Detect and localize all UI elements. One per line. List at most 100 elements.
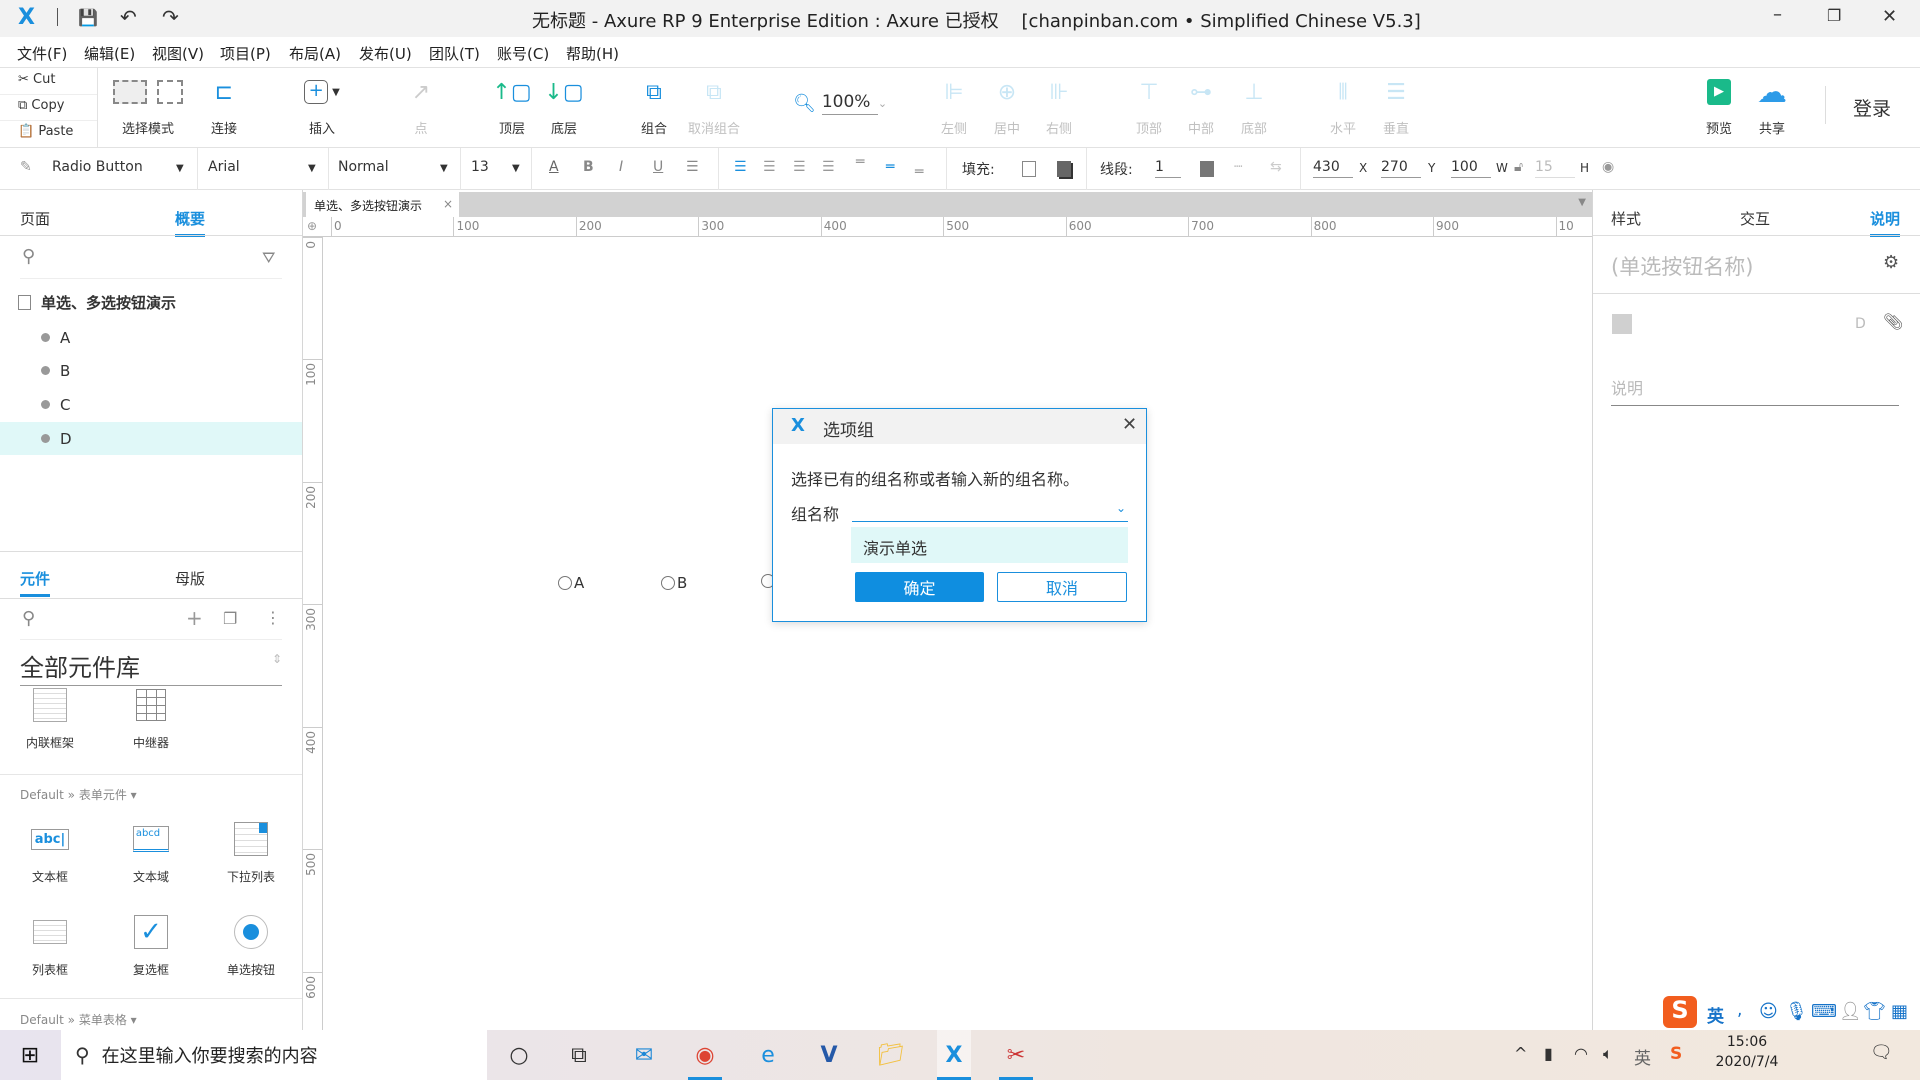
cut-button[interactable]: ✂ Cut bbox=[18, 72, 55, 87]
taskbar-search[interactable]: ⚲ 在这里输入你要搜索的内容 bbox=[61, 1030, 487, 1080]
y-input[interactable]: 270 bbox=[1381, 159, 1421, 178]
snipping-tool-icon[interactable]: ✂ bbox=[999, 1040, 1033, 1070]
ime-mode[interactable]: 英 bbox=[1707, 1002, 1724, 1027]
menu-publish[interactable]: 发布(U) bbox=[359, 43, 412, 64]
tab-style[interactable]: 样式 bbox=[1611, 208, 1641, 229]
font-size-select[interactable]: 13 bbox=[471, 159, 489, 175]
font-family-select[interactable]: Arial bbox=[208, 159, 240, 175]
task-view-icon[interactable]: ⧉ bbox=[562, 1040, 596, 1070]
chevron-up-icon[interactable]: ^ bbox=[1514, 1044, 1527, 1063]
width-input[interactable]: 100 bbox=[1451, 159, 1491, 178]
tab-widgets[interactable]: 元件 bbox=[20, 568, 51, 597]
radio-b[interactable]: B bbox=[661, 574, 687, 592]
send-back-button[interactable]: ↓ ▢ 底层 bbox=[529, 76, 599, 138]
library-select[interactable]: 全部元件库 ⇕ bbox=[20, 648, 282, 686]
file-explorer-icon[interactable]: 📁︎ bbox=[874, 1040, 908, 1070]
save-icon[interactable]: 💾 bbox=[78, 8, 98, 27]
restore-button[interactable]: ❐ bbox=[1827, 6, 1841, 25]
connect-button[interactable]: ⊏ 连接 bbox=[189, 76, 259, 138]
fill-color-swatch[interactable] bbox=[1022, 161, 1036, 177]
tabs-dropdown-icon[interactable]: ▼ bbox=[1578, 197, 1586, 208]
menu-arrange[interactable]: 布局(A) bbox=[289, 43, 341, 64]
toolbox-icon[interactable]: ▦ bbox=[1891, 1001, 1908, 1022]
close-button[interactable]: ✕ bbox=[1882, 6, 1897, 27]
distribute-vertical-button[interactable]: ☰ 垂直 bbox=[1361, 76, 1431, 138]
share-button[interactable]: ☁ 共享 bbox=[1737, 75, 1807, 138]
ok-button[interactable]: 确定 bbox=[855, 572, 984, 602]
search-icon[interactable]: ⚲ bbox=[22, 608, 35, 629]
windows-start-icon[interactable]: ⊞ bbox=[13, 1040, 47, 1070]
tab-notes[interactable]: 说明 bbox=[1870, 208, 1901, 237]
notification-icon[interactable]: 🗨︎ bbox=[1870, 1042, 1893, 1063]
menu-team[interactable]: 团队(T) bbox=[429, 43, 480, 64]
tab-pages[interactable]: 页面 bbox=[20, 208, 50, 229]
menu-help[interactable]: 帮助(H) bbox=[566, 43, 619, 64]
stroke-width-input[interactable]: 1 bbox=[1155, 159, 1181, 178]
paperclip-icon[interactable]: 📎︎ bbox=[1883, 312, 1903, 331]
outline-item[interactable]: C bbox=[0, 388, 302, 421]
visibility-icon[interactable]: ◉ bbox=[1602, 159, 1614, 175]
chevron-down-icon[interactable]: ⌄ bbox=[1116, 501, 1126, 515]
ungroup-button[interactable]: ⧉ 取消组合 bbox=[679, 76, 749, 138]
align-text-right-icon[interactable]: ☰ bbox=[793, 159, 806, 175]
stroke-color-swatch[interactable] bbox=[1200, 161, 1214, 177]
arrow-style-icon[interactable]: ⇆ bbox=[1270, 159, 1282, 175]
widget-droplist[interactable]: 下拉列表 bbox=[206, 818, 296, 885]
valign-bottom-icon[interactable]: ═ bbox=[915, 164, 923, 180]
battery-icon[interactable]: ▮ bbox=[1544, 1044, 1553, 1063]
emoji-icon[interactable]: ☺ bbox=[1759, 1001, 1778, 1022]
login-button[interactable]: 登录 bbox=[1853, 94, 1891, 121]
widget-list-box[interactable]: 列表框 bbox=[5, 911, 95, 978]
menu-account[interactable]: 账号(C) bbox=[497, 43, 549, 64]
justify-icon[interactable]: ☰ bbox=[822, 159, 835, 175]
menu-project[interactable]: 项目(P) bbox=[220, 43, 271, 64]
point-button[interactable]: ↗ 点 bbox=[386, 76, 456, 138]
user-icon[interactable]: 👤︎ bbox=[1839, 1001, 1862, 1022]
valign-middle-icon[interactable]: ═ bbox=[886, 159, 894, 175]
microphone-icon[interactable]: 🎙︎ bbox=[1785, 1001, 1808, 1022]
minimize-button[interactable]: – bbox=[1773, 4, 1782, 25]
widget-text-area[interactable]: abcd 文本域 bbox=[106, 818, 196, 885]
valign-top-icon[interactable]: ═ bbox=[856, 154, 864, 170]
shadow-swatch[interactable] bbox=[1057, 161, 1071, 177]
underline-icon[interactable]: U bbox=[653, 159, 663, 175]
align-text-left-icon[interactable]: ☰ bbox=[734, 159, 747, 175]
skin-icon[interactable]: 👕︎ bbox=[1863, 1001, 1886, 1022]
zoom-control[interactable]: 🔍︎ 100% ⌄ bbox=[793, 92, 887, 115]
align-text-center-icon[interactable]: ☰ bbox=[763, 159, 776, 175]
wifi-icon[interactable]: ◠ bbox=[1574, 1044, 1588, 1063]
copy-button[interactable]: ⧉ Copy bbox=[18, 98, 64, 113]
tab-masters[interactable]: 母版 bbox=[175, 568, 205, 589]
menu-view[interactable]: 视图(V) bbox=[152, 43, 204, 64]
chrome-icon[interactable]: ◉ bbox=[688, 1040, 722, 1070]
cancel-button[interactable]: 取消 bbox=[997, 572, 1127, 602]
height-input[interactable]: 15 bbox=[1535, 159, 1575, 178]
tray-sogou-icon[interactable]: S bbox=[1670, 1044, 1682, 1064]
design-canvas[interactable] bbox=[324, 237, 1592, 1030]
radio-a[interactable]: A bbox=[558, 574, 584, 592]
paste-button[interactable]: 📋 Paste bbox=[18, 124, 73, 139]
tab-outline[interactable]: 概要 bbox=[175, 208, 206, 237]
align-right-button[interactable]: ⊪ 右侧 bbox=[1024, 76, 1094, 138]
widget-name-input[interactable]: (单选按钮名称) bbox=[1611, 251, 1753, 281]
volume-icon[interactable]: 🔈︎ bbox=[1603, 1044, 1613, 1064]
outline-page[interactable]: 单选、多选按钮演示 bbox=[0, 286, 302, 319]
zoom-value[interactable]: 100% bbox=[821, 92, 878, 115]
italic-icon[interactable]: I bbox=[619, 159, 623, 175]
bullet-list-icon[interactable]: ☰ bbox=[686, 159, 699, 175]
widget-radio-button[interactable]: 单选按钮 bbox=[206, 911, 296, 978]
axure-taskbar-icon[interactable]: X bbox=[937, 1040, 971, 1070]
notes-input[interactable]: 说明 bbox=[1611, 375, 1899, 406]
widget-checkbox[interactable]: ✓ 复选框 bbox=[106, 911, 196, 978]
search-icon[interactable]: ⚲ bbox=[22, 246, 35, 267]
redo-icon[interactable]: ↷ bbox=[162, 5, 179, 29]
gear-icon[interactable]: ⚙ bbox=[1883, 252, 1899, 273]
filter-icon[interactable]: ⛛ bbox=[262, 248, 275, 268]
widget-text-field[interactable]: abc| 文本框 bbox=[5, 818, 95, 885]
ie-icon[interactable]: e bbox=[751, 1040, 785, 1070]
more-icon[interactable]: ⋮ bbox=[265, 608, 281, 627]
widget-repeater[interactable]: 中继器 bbox=[106, 684, 196, 751]
add-library-icon[interactable]: + bbox=[186, 606, 203, 630]
insert-button[interactable]: + ▼ 插入 bbox=[287, 76, 357, 137]
undo-icon[interactable]: ↶ bbox=[120, 5, 137, 29]
